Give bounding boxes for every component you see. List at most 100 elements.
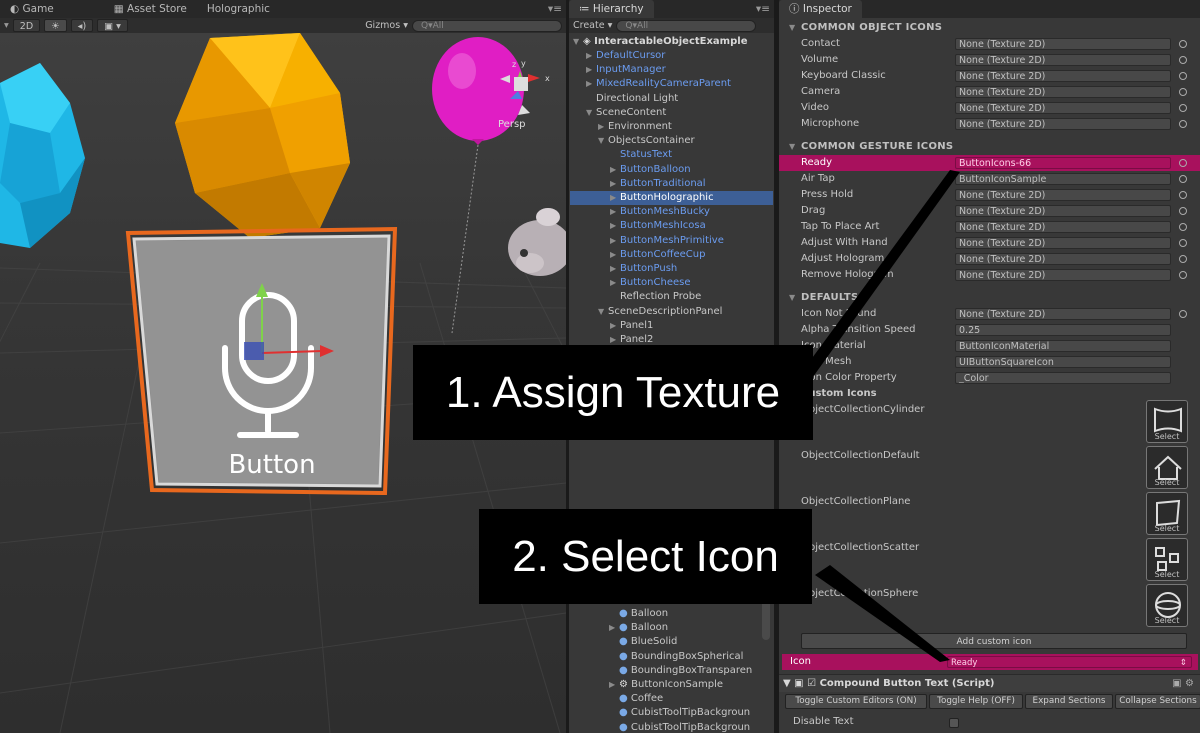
object-field[interactable]: None (Texture 2D) [955, 102, 1171, 114]
component-header[interactable]: ▼ ▣ ☑ Compound Button Text (Script) ▣ ⚙ [779, 674, 1200, 692]
object-field[interactable]: _Color [955, 372, 1171, 384]
tab-holographic[interactable]: Holographic [197, 0, 280, 18]
icon-dropdown[interactable]: Ready ⇕ [947, 656, 1192, 668]
expand-arrow-icon[interactable]: ▶ [586, 77, 596, 91]
hierarchy-item[interactable]: ▼ SceneContent [570, 106, 773, 120]
hierarchy-item[interactable]: ▶ ButtonPush [570, 262, 773, 276]
hierarchy-item[interactable]: Directional Light [570, 92, 773, 106]
holographic-button-object[interactable]: Button [125, 226, 398, 496]
hierarchy-item[interactable]: ▶ ButtonCheese [570, 276, 773, 290]
shading-dropdown[interactable]: ▾ [4, 20, 9, 31]
expand-arrow-icon[interactable]: ▶ [609, 621, 619, 635]
object-picker-icon[interactable] [1179, 223, 1187, 231]
object-field[interactable]: None (Texture 2D) [955, 269, 1171, 281]
asset-item[interactable]: ● BoundingBoxTransparen [609, 664, 752, 678]
object-field[interactable]: None (Texture 2D) [955, 38, 1171, 50]
hierarchy-item[interactable]: ▶ ButtonTraditional [570, 177, 773, 191]
object-picker-icon[interactable] [1179, 175, 1187, 183]
hierarchy-item[interactable]: ▶ MixedRealityCameraParent [570, 77, 773, 91]
expand-arrow-icon[interactable]: ▼ [789, 140, 801, 154]
object-picker-icon[interactable] [1179, 310, 1187, 318]
object-picker-icon[interactable] [1179, 239, 1187, 247]
expand-arrow-icon[interactable]: ▶ [610, 234, 620, 248]
object-picker-icon[interactable] [1179, 88, 1187, 96]
gear-icon[interactable]: ▣ ⚙ [1172, 675, 1194, 693]
component-toolbar-button[interactable]: Toggle Help (OFF) [929, 694, 1023, 709]
expand-arrow-icon[interactable]: ▼ [598, 134, 608, 148]
asset-item[interactable]: ▶ ⚙ ButtonIconSample [609, 678, 723, 692]
hierarchy-item[interactable]: ▶ ButtonBalloon [570, 163, 773, 177]
hierarchy-item[interactable]: ▶ ButtonCoffeeCup [570, 248, 773, 262]
hierarchy-menu-icon[interactable]: ▾≡ [756, 3, 774, 15]
custom-icon-select-button[interactable]: Select [1146, 584, 1188, 627]
asset-item[interactable]: ● Coffee [609, 692, 663, 706]
object-picker-icon[interactable] [1179, 207, 1187, 215]
object-field[interactable]: None (Texture 2D) [955, 54, 1171, 66]
custom-icon-select-button[interactable]: Select [1146, 400, 1188, 443]
object-field[interactable]: ButtonIconMaterial [955, 340, 1171, 352]
expand-arrow-icon[interactable]: ▶ [586, 49, 596, 63]
hierarchy-item[interactable]: ▼ ObjectsContainer [570, 134, 773, 148]
object-picker-icon[interactable] [1179, 255, 1187, 263]
tab-hierarchy[interactable]: ≔ Hierarchy [569, 0, 654, 18]
tab-asset-store[interactable]: ▦ Asset Store [104, 0, 197, 18]
expand-arrow-icon[interactable]: ▼ [789, 21, 801, 35]
expand-arrow-icon[interactable]: ▶ [610, 319, 620, 333]
object-picker-icon[interactable] [1179, 56, 1187, 64]
component-toolbar-button[interactable]: Collapse Sections [1115, 694, 1200, 709]
tab-inspector[interactable]: ⓘ Inspector [779, 0, 862, 18]
asset-item[interactable]: ● CubistToolTipBackgroun [609, 721, 750, 733]
asset-item[interactable]: ▶ ● Balloon [609, 621, 668, 635]
asset-item[interactable]: ● Balloon [609, 607, 668, 621]
hierarchy-item[interactable]: Reflection Probe [570, 290, 773, 304]
enabled-checkbox[interactable]: ☑ [807, 678, 819, 689]
lighting-icon[interactable]: ☀ [44, 19, 67, 32]
expand-arrow-icon[interactable]: ▼ [586, 106, 596, 120]
object-field[interactable]: ButtonIcons-66 [955, 157, 1171, 169]
disable-text-checkbox[interactable] [949, 718, 959, 728]
object-picker-icon[interactable] [1179, 120, 1187, 128]
asset-item[interactable]: ● CubistToolTipBackgroun [609, 706, 750, 720]
object-picker-icon[interactable] [1179, 104, 1187, 112]
hierarchy-search-input[interactable]: Q▾All [616, 19, 757, 32]
hierarchy-item[interactable]: ▼ SceneDescriptionPanel [570, 305, 773, 319]
object-field[interactable]: None (Texture 2D) [955, 205, 1171, 217]
tab-game[interactable]: ◐ Game [0, 0, 64, 18]
expand-arrow-icon[interactable]: ▶ [610, 276, 620, 290]
object-picker-icon[interactable] [1179, 191, 1187, 199]
object-field[interactable]: None (Texture 2D) [955, 86, 1171, 98]
section-defaults[interactable]: ▼ DEFAULTS [789, 291, 859, 305]
hierarchy-item[interactable]: StatusText [570, 148, 773, 162]
hierarchy-item[interactable]: ▶ InputManager [570, 63, 773, 77]
object-field[interactable]: None (Texture 2D) [955, 308, 1171, 320]
hierarchy-item[interactable]: ▶ ButtonHolographic [570, 191, 773, 205]
object-field[interactable]: None (Texture 2D) [955, 189, 1171, 201]
expand-arrow-icon[interactable]: ▼ [598, 305, 608, 319]
gizmos-dropdown[interactable]: Gizmos ▾ [365, 20, 408, 31]
asset-item[interactable]: ● BlueSolid [609, 635, 677, 649]
section-common-object-icons[interactable]: ▼ COMMON OBJECT ICONS [789, 21, 942, 35]
object-field[interactable]: None (Texture 2D) [955, 70, 1171, 82]
object-field[interactable]: 0.25 [955, 324, 1171, 336]
custom-icon-select-button[interactable]: Select [1146, 492, 1188, 535]
scene-root-row[interactable]: ▼ ◈ InteractableObjectExample [573, 35, 773, 49]
object-field[interactable]: None (Texture 2D) [955, 118, 1171, 130]
section-common-gesture-icons[interactable]: ▼ COMMON GESTURE ICONS [789, 140, 953, 154]
object-picker-icon[interactable] [1179, 72, 1187, 80]
expand-arrow-icon[interactable]: ▶ [610, 177, 620, 191]
custom-icon-select-button[interactable]: Select [1146, 538, 1188, 581]
hierarchy-item[interactable]: ▶ ButtonMeshBucky [570, 205, 773, 219]
2d-toggle[interactable]: 2D [12, 19, 41, 32]
object-field[interactable]: None (Texture 2D) [955, 237, 1171, 249]
expand-arrow-icon[interactable]: ▼ [789, 291, 801, 305]
expand-arrow-icon[interactable]: ▶ [610, 219, 620, 233]
audio-icon[interactable]: ◂) [70, 19, 94, 32]
hierarchy-item[interactable]: ▶ Panel1 [570, 319, 773, 333]
add-custom-icon-button[interactable]: Add custom icon [801, 633, 1187, 649]
custom-icon-select-button[interactable]: Select [1146, 446, 1188, 489]
hierarchy-item[interactable]: ▶ Environment [570, 120, 773, 134]
expand-arrow-icon[interactable]: ▶ [610, 248, 620, 262]
collapse-arrow-icon[interactable]: ▼ [783, 678, 794, 689]
create-dropdown[interactable]: Create ▾ [573, 20, 612, 31]
object-field[interactable]: None (Texture 2D) [955, 221, 1171, 233]
